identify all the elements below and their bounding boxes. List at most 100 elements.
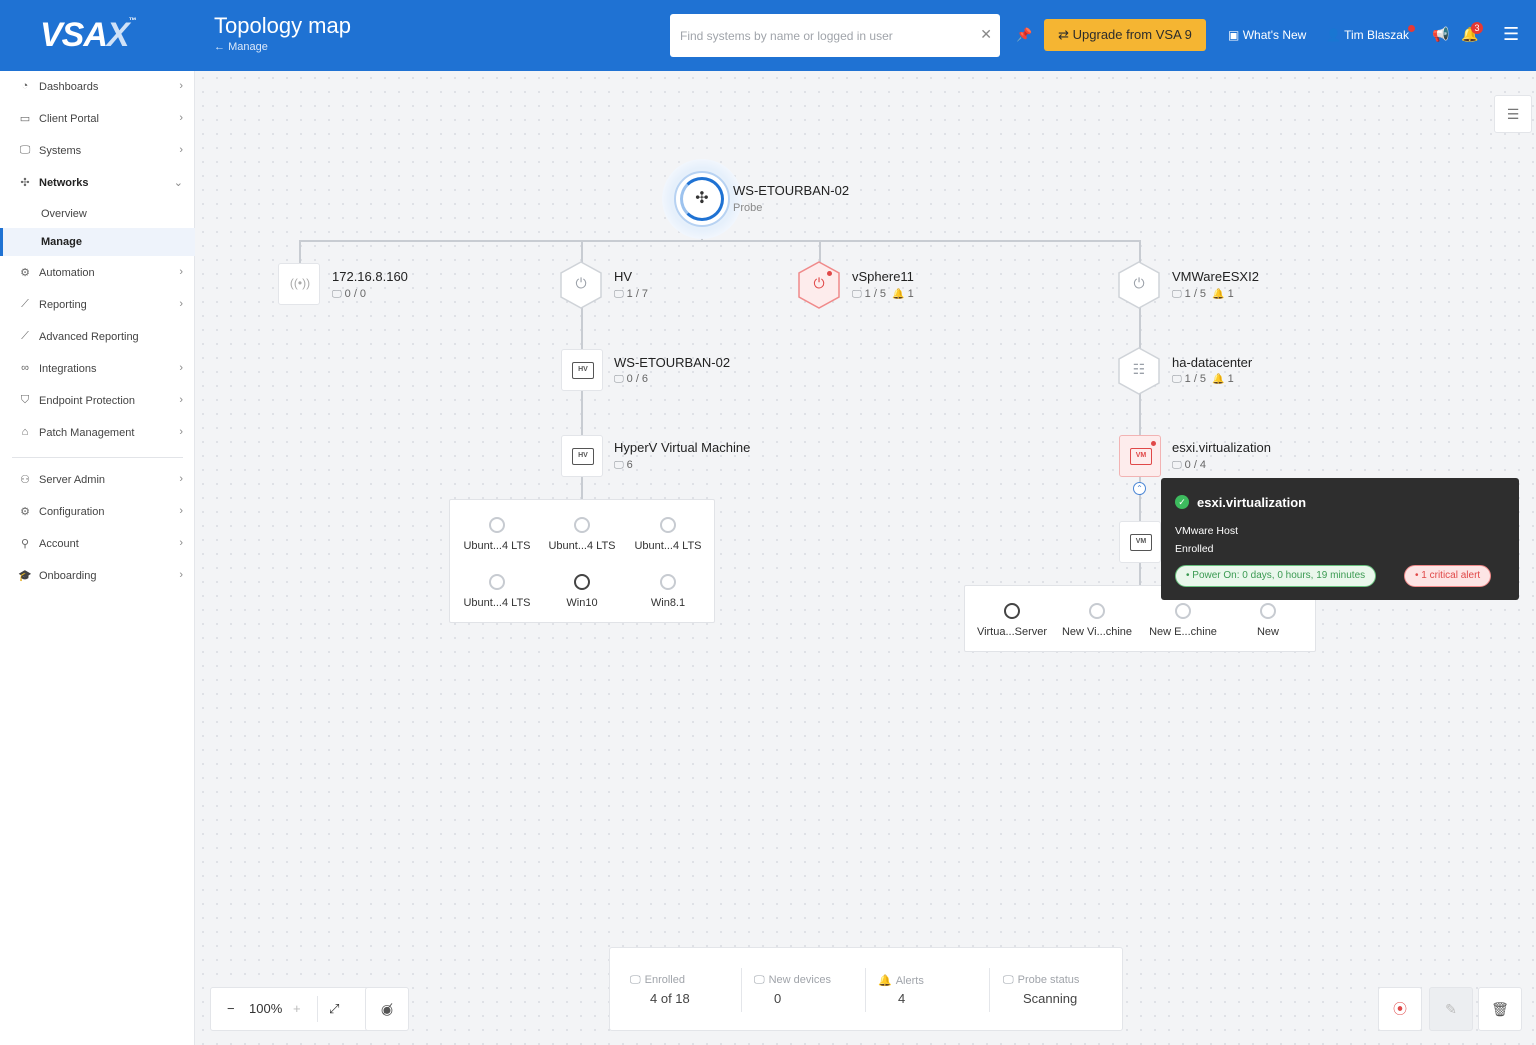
stat-divider xyxy=(865,968,866,1012)
vm-status-ring xyxy=(574,517,590,533)
whats-new-link[interactable]: ▣ What's New xyxy=(1228,28,1306,42)
pin-icon[interactable]: 📌 xyxy=(1016,27,1032,43)
chevron-right-icon: › xyxy=(179,144,183,156)
vm-item[interactable]: New E...chine xyxy=(1140,603,1226,638)
datacenter-node[interactable]: ☷ xyxy=(1117,347,1161,395)
trash-icon[interactable]: 🗑 xyxy=(1478,987,1522,1031)
vm-item[interactable]: Ubunt...4 LTS xyxy=(454,574,540,609)
megaphone-icon[interactable]: 📢 xyxy=(1432,26,1449,43)
upgrade-button[interactable]: ⇄ Upgrade from VSA 9 xyxy=(1044,19,1206,51)
stat-probe-status: 🖵 Probe status Scanning xyxy=(1003,974,1080,1006)
zoom-divider xyxy=(317,996,318,1022)
sidebar-subitem-manage[interactable]: Manage xyxy=(0,228,195,256)
breadcrumb-back[interactable]: ← Manage xyxy=(214,41,268,53)
hyperv-node-name[interactable]: HyperV Virtual Machine xyxy=(614,440,750,455)
record-icon[interactable]: ⦿ xyxy=(1378,987,1422,1031)
sidebar-item-integrations[interactable]: ∞ Integrations › xyxy=(0,353,195,385)
sidebar-item-advanced-reporting[interactable]: ⟋ Advanced Reporting xyxy=(0,321,195,353)
tooltip-type: VMware Host xyxy=(1175,525,1239,537)
esxi-node-name[interactable]: esxi.virtualization xyxy=(1172,440,1271,455)
alert-dot xyxy=(827,271,832,276)
bell-icon: 🔔 xyxy=(1212,289,1225,300)
clear-icon[interactable]: ✕ xyxy=(980,26,992,43)
vmware-node[interactable]: ⏻ xyxy=(1117,261,1161,309)
vm-item[interactable]: Win8.1 xyxy=(625,574,711,609)
vmware-node-name[interactable]: VMWareESXI2 xyxy=(1172,269,1259,284)
vm-host-node[interactable]: VM xyxy=(1119,521,1161,563)
vmware-node-count: 🖵 1 / 5 🔔 1 xyxy=(1172,288,1234,300)
ip-node-name[interactable]: 172.16.8.160 xyxy=(332,269,408,284)
hide-icon[interactable]: ◉̸ xyxy=(365,987,409,1031)
tooltip-status: Enrolled xyxy=(1175,543,1214,555)
vm-status-ring xyxy=(1089,603,1105,619)
chevron-right-icon: › xyxy=(179,362,183,374)
monitor-icon: 🖵 xyxy=(1172,374,1182,385)
monitor-icon: 🖵 xyxy=(1003,974,1014,986)
vm-item[interactable]: New xyxy=(1225,603,1311,638)
sidebar-subitem-overview[interactable]: Overview xyxy=(0,200,195,228)
bell-icon: 🔔 xyxy=(892,289,905,300)
monitor-icon: 🖵 xyxy=(614,374,624,385)
wireless-icon: ((•)) xyxy=(289,276,311,290)
search-input[interactable] xyxy=(670,14,960,57)
hyperv-node[interactable]: HV xyxy=(561,435,603,477)
fit-screen-icon[interactable]: ⤢ xyxy=(329,1001,339,1017)
power-icon: ⏻ xyxy=(1133,275,1145,291)
swap-icon: ⇄ xyxy=(1058,27,1070,42)
sidebar-item-account[interactable]: ⚲ Account › xyxy=(0,528,195,560)
vm-item[interactable]: Win10 xyxy=(539,574,625,609)
user-status-dot xyxy=(1408,25,1415,32)
datacenter-node-name[interactable]: ha-datacenter xyxy=(1172,355,1252,370)
ws-node-name[interactable]: WS-ETOURBAN-02 xyxy=(614,355,730,370)
chevron-right-icon: › xyxy=(179,569,183,581)
vm-status-ring xyxy=(660,517,676,533)
vm-status-ring xyxy=(1260,603,1276,619)
news-icon: ▣ xyxy=(1228,28,1240,42)
window-icon: ▭ xyxy=(19,113,31,125)
hamburger-menu-icon[interactable]: ☰ xyxy=(1503,24,1519,45)
vsphere-node-name[interactable]: vSphere11 xyxy=(852,269,914,284)
hv-node-count: 🖵 1 / 7 xyxy=(614,288,649,300)
vm-item[interactable]: Ubunt...4 LTS xyxy=(625,517,711,552)
power-icon: ⏻ xyxy=(575,275,587,291)
stat-enrolled: 🖵 Enrolled 4 of 18 xyxy=(630,974,690,1006)
sidebar-item-reporting[interactable]: ⟋ Reporting › xyxy=(0,289,195,321)
ws-node[interactable]: HV xyxy=(561,349,603,391)
edit-icon[interactable]: ✎ xyxy=(1429,987,1473,1031)
bell-icon: 🔔 xyxy=(878,975,892,987)
sidebar-item-networks[interactable]: ✣ Networks ⌄ xyxy=(0,167,195,199)
user-menu[interactable]: 👤 Tim Blaszak xyxy=(1326,28,1409,42)
chevron-down-icon: ⌄ xyxy=(173,177,183,189)
monitor-icon: 🖵 xyxy=(332,289,342,300)
vsax-logo[interactable]: VSAX™ xyxy=(40,16,137,55)
critical-alert-pill[interactable]: • 1 critical alert xyxy=(1404,565,1492,587)
check-icon: ✓ xyxy=(1175,495,1189,509)
vm-item[interactable]: New Vi...chine xyxy=(1054,603,1140,638)
ip-node[interactable]: ((•)) xyxy=(278,263,320,305)
probe-node[interactable]: ✣ xyxy=(680,177,724,221)
sidebar-item-onboarding[interactable]: 🎓 Onboarding › xyxy=(0,560,195,592)
sidebar-item-automation[interactable]: ⚙ Automation › xyxy=(0,257,195,289)
sidebar-item-server-admin[interactable]: ⚇ Server Admin › xyxy=(0,464,195,496)
sidebar-item-dashboards[interactable]: ◔ Dashboards › xyxy=(0,71,195,103)
hv-node[interactable]: ⏻ xyxy=(559,261,603,309)
legend-button[interactable]: ☰ xyxy=(1494,95,1532,133)
vm-item[interactable]: Ubunt...4 LTS xyxy=(539,517,625,552)
tooltip-title: esxi.virtualization xyxy=(1197,495,1307,510)
probe-name[interactable]: WS-ETOURBAN-02 xyxy=(733,183,849,198)
vm-item[interactable]: Virtua...Server xyxy=(969,603,1055,638)
hv-node-name[interactable]: HV xyxy=(614,269,632,284)
vsphere-node[interactable]: ⏻ xyxy=(797,261,841,309)
sidebar-item-systems[interactable]: 🖵 Systems › xyxy=(0,135,195,167)
sidebar-item-patch-management[interactable]: ⌂ Patch Management › xyxy=(0,417,195,449)
sidebar-item-client-portal[interactable]: ▭ Client Portal › xyxy=(0,103,195,135)
sidebar-item-configuration[interactable]: ⚙ Configuration › xyxy=(0,496,195,528)
bell-icon: 🔔 xyxy=(1212,374,1225,385)
sidebar-item-endpoint-protection[interactable]: ⛉ Endpoint Protection › xyxy=(0,385,195,417)
topology-canvas[interactable]: ☰ ✣ WS-ETOURBAN-02 Probe ((•)) 172.16.8.… xyxy=(196,71,1536,1045)
zoom-in-button[interactable]: + xyxy=(293,1001,301,1016)
collapse-toggle-icon[interactable]: ⌃ xyxy=(1133,482,1146,495)
vm-item[interactable]: Ubunt...4 LTS xyxy=(454,517,540,552)
zoom-out-button[interactable]: − xyxy=(227,1001,235,1016)
monitor-icon: 🖵 xyxy=(614,289,624,300)
